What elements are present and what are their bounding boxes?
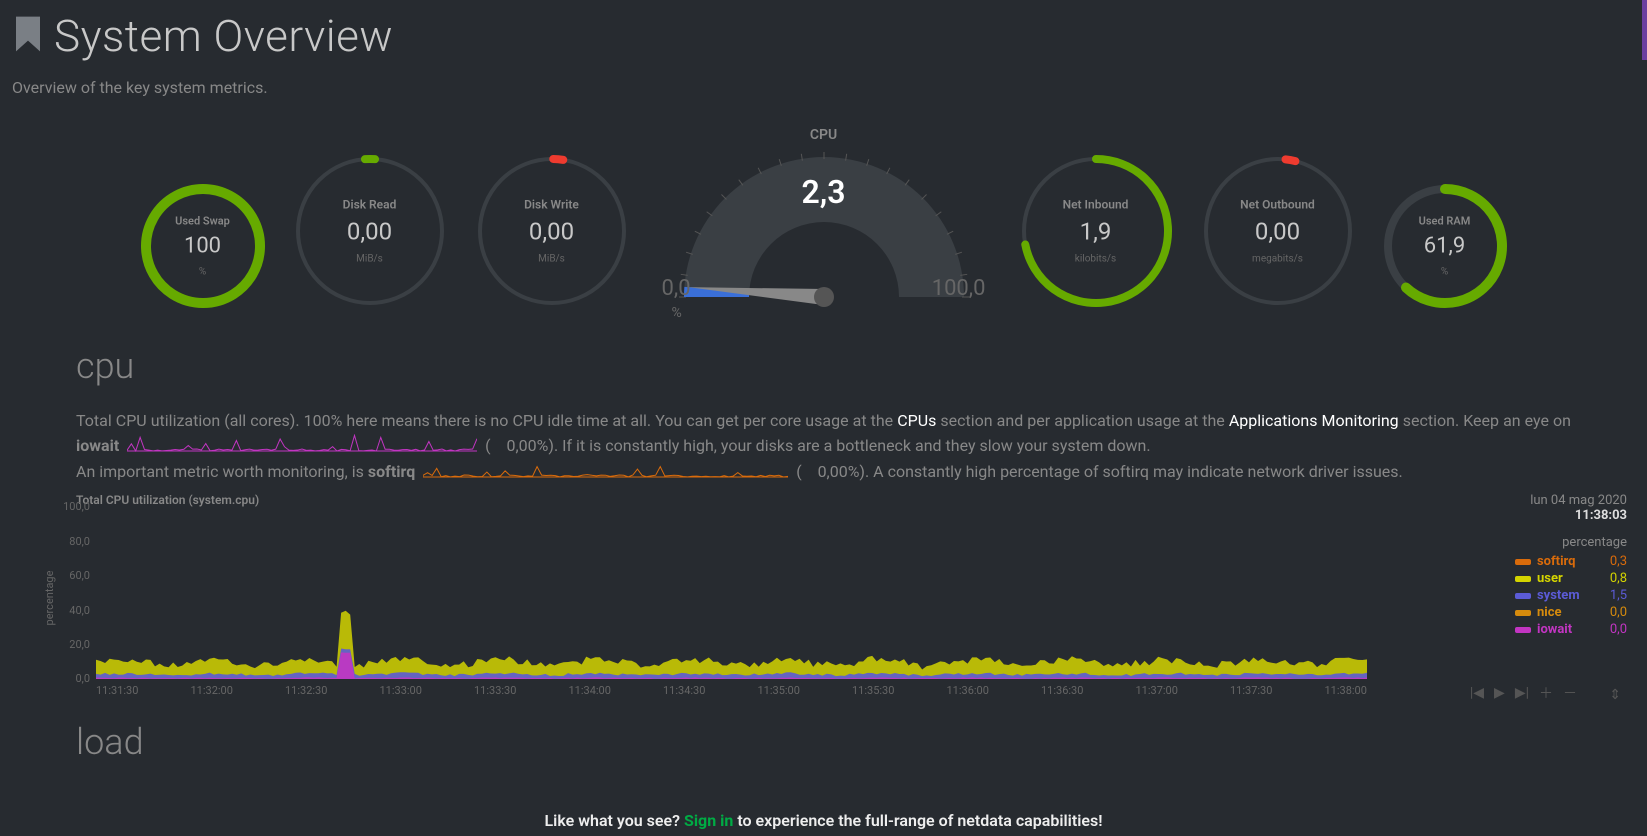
text: ). A constantly high percentage of softi…: [859, 462, 1402, 481]
sparkline-iowait: [127, 434, 477, 460]
legend-date: lun 04 mag 2020: [1477, 493, 1627, 508]
chart-title: Total CPU utilization (system.cpu): [76, 493, 259, 507]
bookmark-icon: [12, 14, 44, 58]
gauge-unit: %: [138, 267, 268, 278]
legend-item-nice[interactable]: nice0,0: [1477, 605, 1627, 620]
gauge-net-outbound[interactable]: Net Outbound 0,00 megabits/s: [1198, 151, 1358, 311]
cpu-chart[interactable]: Total CPU utilization (system.cpu) perce…: [20, 493, 1627, 703]
gauge-disk-read[interactable]: Disk Read 0,00 MiB/s: [290, 151, 450, 311]
sign-in-link[interactable]: Sign in: [684, 811, 733, 830]
gauge-label: Net Outbound: [1198, 198, 1358, 212]
gauge-max: 100,0: [932, 276, 986, 301]
text: to experience the full-range of netdata …: [737, 811, 1102, 830]
gauge-label: CPU: [654, 127, 994, 143]
legend-time: 11:38:03: [1477, 508, 1627, 523]
legend-item-iowait[interactable]: iowait0,0: [1477, 622, 1627, 637]
gauge-label: Disk Read: [290, 198, 450, 212]
gauge-value: 1,9: [1016, 218, 1176, 246]
x-axis-ticks: 11:31:3011:32:0011:32:3011:33:0011:33:30…: [96, 684, 1367, 697]
softirq-label: softirq: [368, 462, 415, 481]
gauge-unit: kilobits/s: [1016, 254, 1176, 265]
chart-prev-button[interactable]: |◀: [1470, 685, 1484, 701]
gauge-unit: megabits/s: [1198, 254, 1358, 265]
chart-next-button[interactable]: ▶|: [1515, 685, 1529, 701]
legend-header: percentage: [1477, 535, 1627, 550]
sparkline-softirq: [423, 460, 788, 486]
right-accent-strip: [1642, 0, 1647, 60]
gauge-value: 0,00: [290, 218, 450, 246]
gauge-value: 100: [138, 234, 268, 259]
chart-resize-handle[interactable]: ⇕: [1609, 687, 1621, 703]
section-heading-load: load: [76, 721, 1647, 763]
gauge-unit: %: [672, 305, 682, 321]
text: Like what you see?: [545, 811, 684, 830]
gauge-value: 0,00: [1198, 218, 1358, 246]
gauge-label: Disk Write: [472, 198, 632, 212]
gauge-disk-write[interactable]: Disk Write 0,00 MiB/s: [472, 151, 632, 311]
legend-item-softirq[interactable]: softirq0,3: [1477, 554, 1627, 569]
gauge-value: 61,9: [1380, 234, 1510, 259]
legend-item-user[interactable]: user0,8: [1477, 571, 1627, 586]
text: section and per application usage at the: [940, 411, 1228, 430]
gauge-label: Used RAM: [1380, 215, 1510, 228]
iowait-value: 0,00%: [507, 436, 549, 455]
text: Total CPU utilization (all cores). 100% …: [76, 411, 897, 430]
cpu-description: Total CPU utilization (all cores). 100% …: [0, 409, 1647, 485]
gauge-unit: MiB/s: [472, 254, 632, 265]
gauge-cpu[interactable]: CPU 2,3 0,0 100,0 %: [654, 127, 994, 311]
gauge-unit: %: [1380, 267, 1510, 278]
page-header: System Overview Overview of the key syst…: [0, 0, 1647, 97]
gauge-min: 0,0: [662, 276, 691, 301]
text: ). If it is constantly high, your disks …: [548, 436, 1150, 455]
legend-item-system[interactable]: system1,5: [1477, 588, 1627, 603]
gauge-used-swap[interactable]: Used Swap 100 %: [138, 181, 268, 311]
chart-controls: |◀ ▶ ▶| ＋ －: [1470, 683, 1577, 703]
section-heading-cpu: cpu: [76, 345, 1647, 387]
plot-area[interactable]: [96, 507, 1367, 679]
link-applications-monitoring[interactable]: Applications Monitoring: [1229, 411, 1399, 430]
gauges-row: Used Swap 100 % Disk Read 0,00 MiB/s Dis…: [0, 127, 1647, 311]
link-cpus[interactable]: CPUs: [897, 411, 936, 430]
gauge-label: Net Inbound: [1016, 198, 1176, 212]
gauge-unit: MiB/s: [290, 254, 450, 265]
chart-play-button[interactable]: ▶: [1494, 685, 1505, 701]
footer-cta: Like what you see? Sign in to experience…: [0, 811, 1647, 830]
gauge-value: 0,00: [472, 218, 632, 246]
gauge-used-ram[interactable]: Used RAM 61,9 %: [1380, 181, 1510, 311]
chart-legend: lun 04 mag 2020 11:38:03 percentage soft…: [1477, 493, 1627, 639]
chart-zoom-out-button[interactable]: －: [1563, 683, 1577, 703]
chart-zoom-in-button[interactable]: ＋: [1539, 683, 1553, 703]
text: section. Keep an eye on: [1403, 411, 1571, 430]
page-subtitle: Overview of the key system metrics.: [12, 78, 1635, 97]
gauge-net-inbound[interactable]: Net Inbound 1,9 kilobits/s: [1016, 151, 1176, 311]
gauge-value: 2,3: [801, 173, 845, 211]
iowait-label: iowait: [76, 436, 119, 455]
softirq-value: 0,00%: [818, 462, 860, 481]
gauge-label: Used Swap: [138, 215, 268, 228]
text: An important metric worth monitoring, is: [76, 462, 368, 481]
page-title: System Overview: [54, 10, 393, 62]
